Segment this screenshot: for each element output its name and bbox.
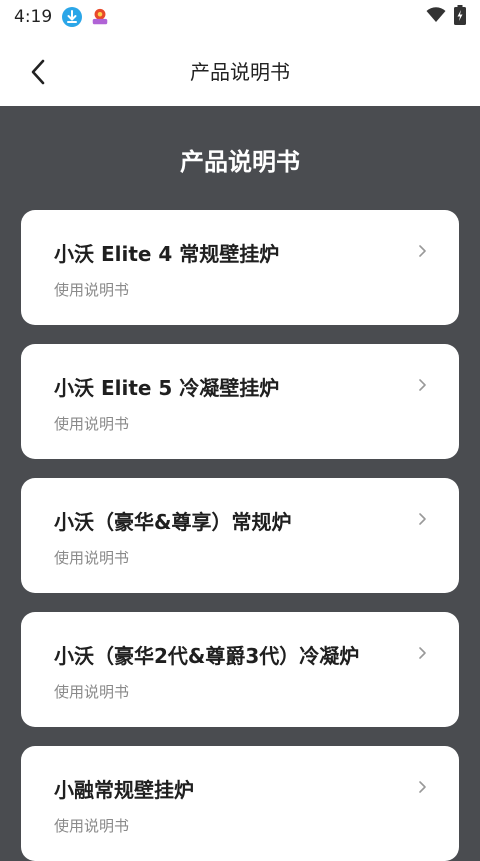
manual-card-subtitle: 使用说明书 [54, 817, 130, 835]
download-icon [62, 7, 83, 27]
manual-card-subtitle: 使用说明书 [54, 281, 130, 299]
page-title: 产品说明书 [190, 59, 290, 84]
manual-card[interactable]: 小沃 Elite 5 冷凝壁挂炉 使用说明书 [21, 344, 459, 459]
manual-card-title: 小沃 Elite 5 冷凝壁挂炉 [54, 376, 280, 400]
back-button[interactable] [18, 52, 58, 92]
manual-card-title: 小沃（豪华2代&尊爵3代）冷凝炉 [54, 644, 360, 668]
manual-card-title: 小融常规壁挂炉 [54, 778, 194, 802]
manual-list-section: 产品说明书 小沃 Elite 4 常规壁挂炉 使用说明书 小沃 Elite 5 … [0, 106, 480, 861]
manual-card-subtitle: 使用说明书 [54, 415, 130, 433]
manual-card-title: 小沃（豪华&尊享）常规炉 [54, 510, 292, 534]
chevron-right-icon [419, 647, 426, 659]
status-system-icons [426, 5, 466, 29]
manual-card-title: 小沃 Elite 4 常规壁挂炉 [54, 242, 280, 266]
status-bar: 4:19 [0, 0, 480, 34]
manual-card[interactable]: 小沃 Elite 4 常规壁挂炉 使用说明书 [21, 210, 459, 325]
chevron-right-icon [419, 379, 426, 391]
wifi-icon [426, 7, 446, 27]
chevron-left-icon [31, 59, 45, 85]
status-time: 4:19 [14, 7, 53, 27]
manual-card[interactable]: 小沃（豪华2代&尊爵3代）冷凝炉 使用说明书 [21, 612, 459, 727]
chevron-right-icon [419, 245, 426, 257]
chevron-right-icon [419, 781, 426, 793]
battery-icon [454, 5, 466, 29]
section-title: 产品说明书 [180, 148, 300, 176]
chevron-right-icon [419, 513, 426, 525]
manual-card[interactable]: 小沃（豪华&尊享）常规炉 使用说明书 [21, 478, 459, 593]
app-notification-icon [90, 7, 110, 27]
manual-card[interactable]: 小融常规壁挂炉 使用说明书 [21, 746, 459, 861]
app-bar: 产品说明书 [0, 34, 480, 106]
manual-card-subtitle: 使用说明书 [54, 549, 130, 567]
manual-card-subtitle: 使用说明书 [54, 683, 130, 701]
